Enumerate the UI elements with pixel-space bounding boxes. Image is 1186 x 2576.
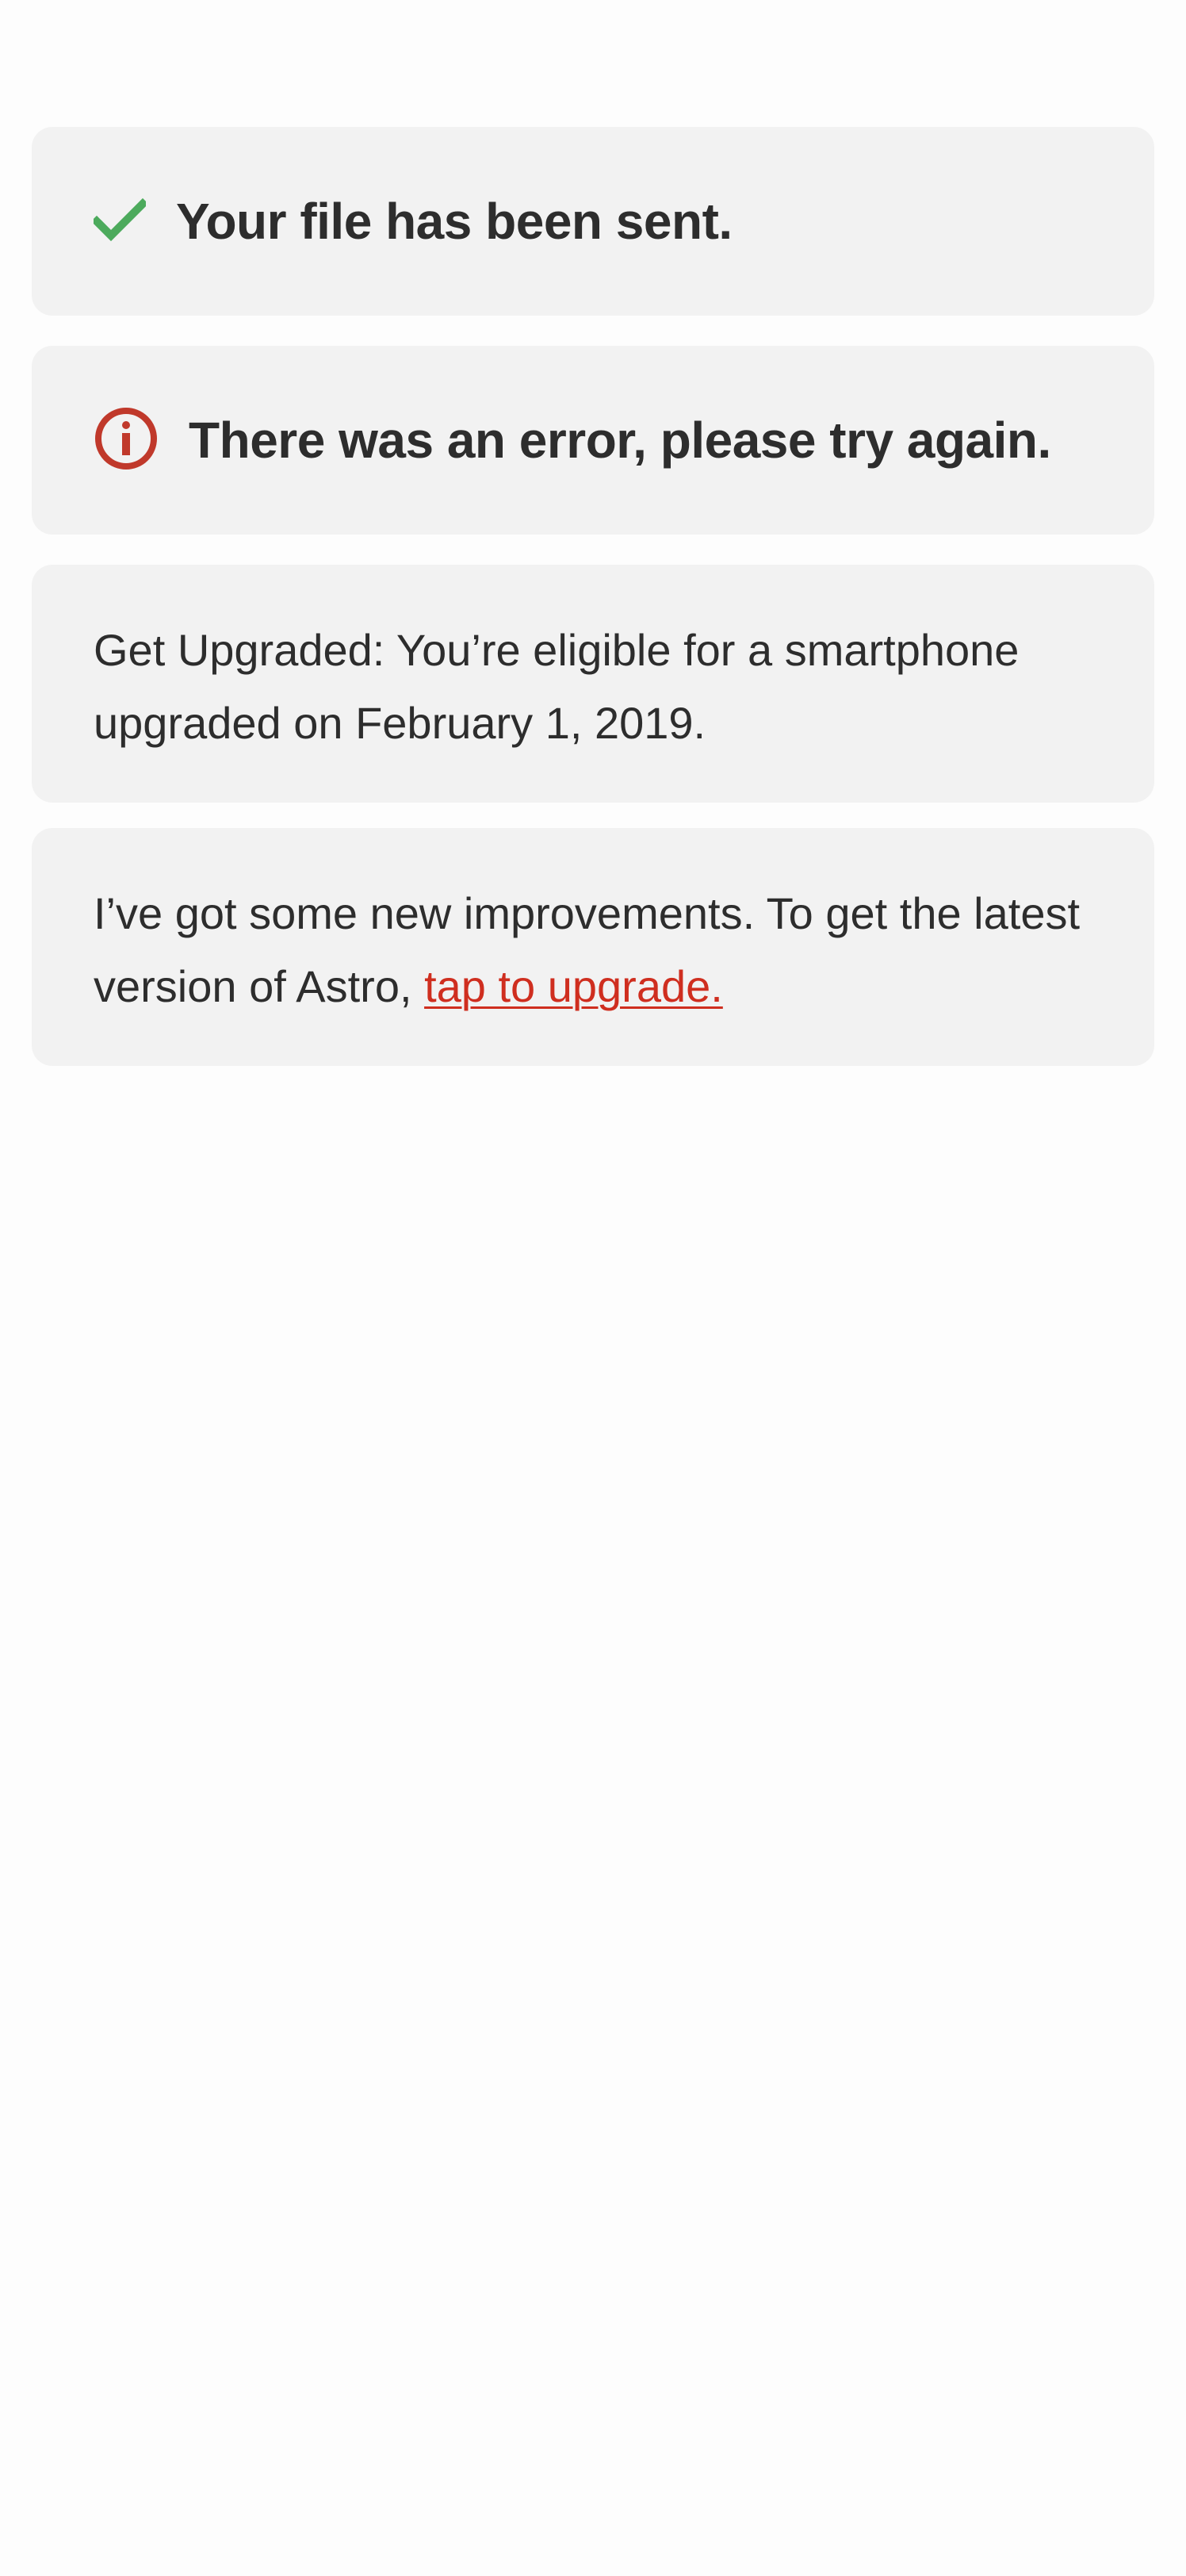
error-notification: There was an error, please try again. (32, 346, 1154, 535)
checkmark-icon (90, 197, 149, 246)
success-notification: Your file has been sent. (32, 127, 1154, 316)
app-update-message: I’ve got some new improvements. To get t… (32, 828, 1154, 1023)
success-message: Your file has been sent. (176, 193, 733, 250)
upgrade-eligibility-text: Get Upgraded: You’re eligible for a smar… (94, 625, 1020, 748)
error-circle-icon (94, 406, 159, 475)
upgrade-eligibility-notification: Get Upgraded: You’re eligible for a smar… (32, 565, 1154, 803)
error-message: There was an error, please try again. (189, 412, 1051, 469)
tap-to-upgrade-link[interactable]: tap to upgrade. (424, 961, 723, 1011)
app-update-notification: I’ve got some new improvements. To get t… (32, 828, 1154, 1066)
